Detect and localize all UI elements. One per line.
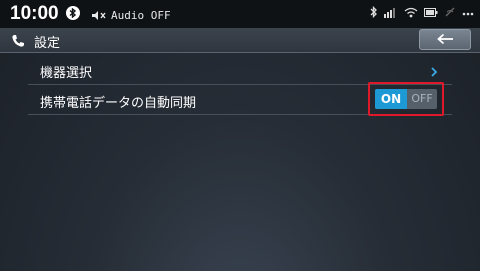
settings-item-label: 機器選択 [40, 66, 93, 81]
clock: 10:00 [10, 3, 59, 24]
back-arrow-icon [436, 30, 454, 49]
more-icon[interactable] [462, 8, 474, 19]
battery-icon [424, 7, 438, 20]
phone-icon [11, 33, 25, 52]
back-button[interactable] [419, 29, 471, 50]
mute-indicator: Audio OFF [92, 6, 171, 25]
chevron-right-icon [430, 63, 438, 82]
auto-sync-toggle[interactable]: ON OFF [375, 89, 437, 109]
title-bar: 設定 [0, 28, 480, 53]
mute-icon [92, 6, 108, 25]
toggle-off-label[interactable]: OFF [407, 89, 437, 109]
audio-status: Audio OFF [111, 9, 171, 22]
bluetooth-small-icon [370, 5, 378, 21]
settings-item-device-select[interactable]: 機器選択 [28, 56, 452, 85]
signal-icon [384, 7, 398, 21]
toggle-on-label[interactable]: ON [375, 89, 407, 109]
wifi-icon [404, 7, 418, 21]
tether-icon [444, 6, 456, 21]
toggle-highlight-frame: ON OFF [368, 82, 444, 116]
bluetooth-icon [66, 6, 80, 20]
settings-item-label: 携帯電話データの自動同期 [40, 96, 197, 111]
status-bar: 10:00 Audio OFF [0, 0, 480, 28]
page-title: 設定 [34, 36, 61, 51]
